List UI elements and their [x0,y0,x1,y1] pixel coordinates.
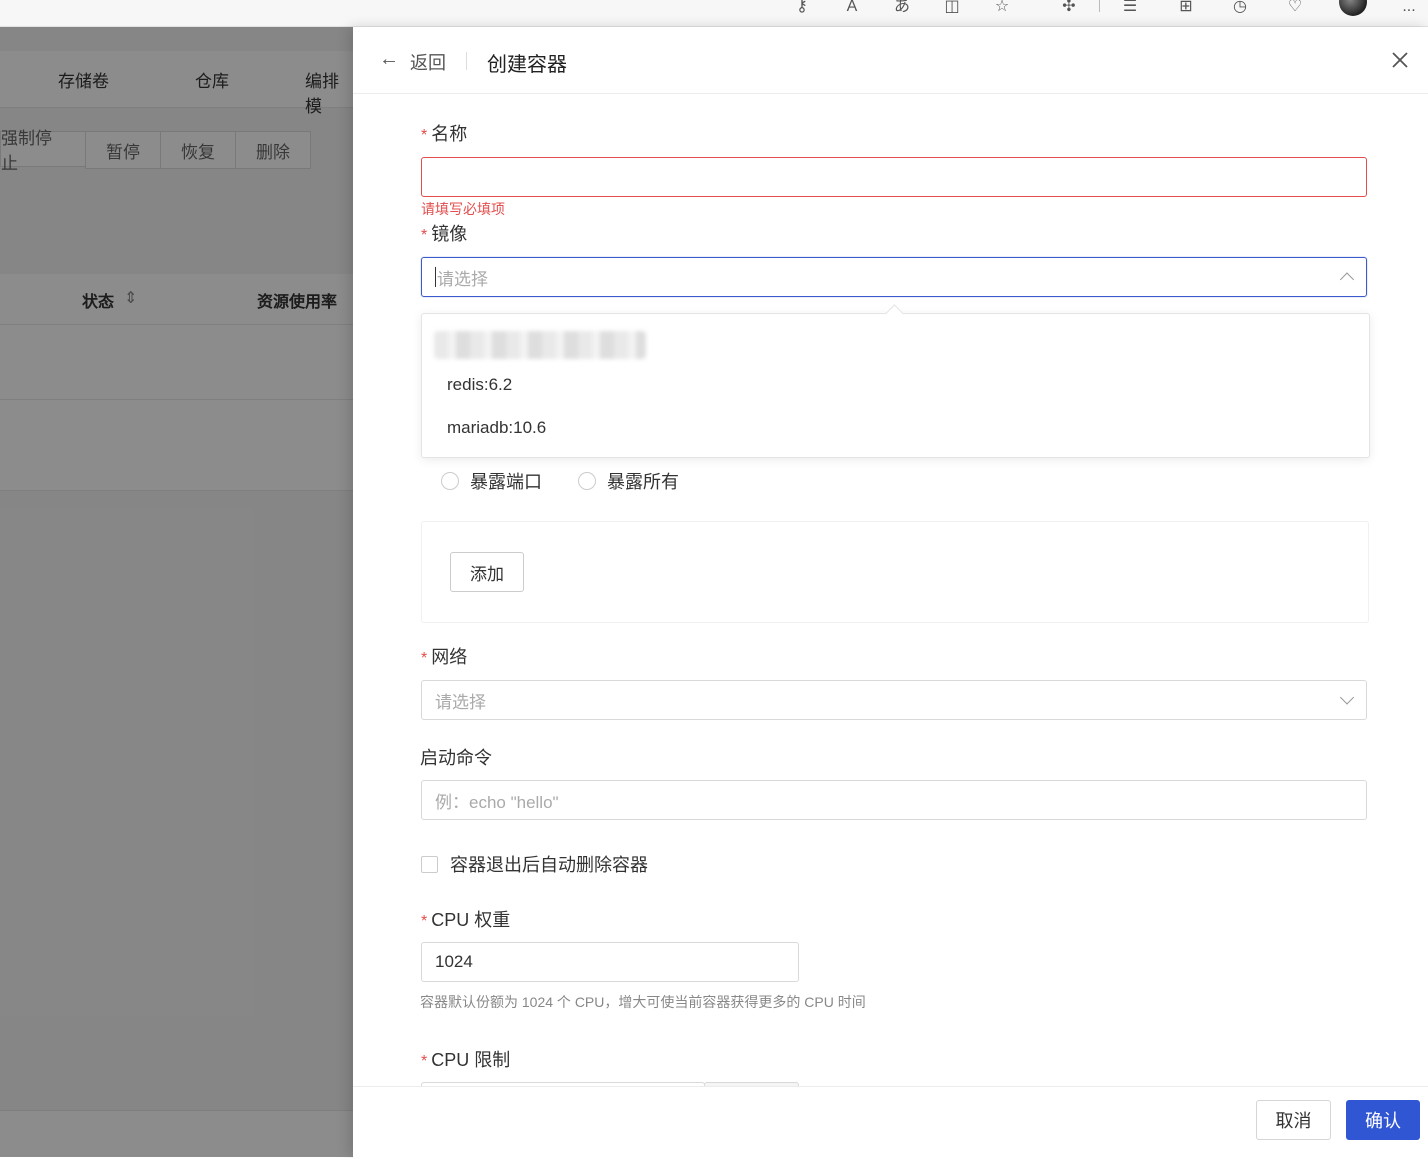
browser-essentials-icon[interactable]: ♡ [1284,0,1306,14]
modal-overlay[interactable] [0,27,353,1157]
key-icon[interactable]: ⚷ [791,0,813,14]
radio-expose-ports[interactable]: 暴露端口 [441,468,542,494]
browser-toolbar: ⚷ A あ ◫ ☆ ✣ ☰ ⊞ ◷ ♡ ... [0,0,1428,27]
checkbox-box[interactable] [421,855,438,873]
favorites-list-icon[interactable]: ☰ [1119,0,1141,14]
image-label: * 镜像 [421,224,468,244]
name-error-text: 请填写必填项 [421,201,505,217]
network-select-placeholder: 请选择 [435,692,486,712]
redacted-option[interactable] [434,331,646,359]
cancel-button[interactable]: 取消 [1256,1100,1331,1140]
add-port-button[interactable]: 添加 [450,552,524,592]
command-input[interactable]: 例：echo "hello" [421,780,1367,820]
required-mark: * [421,227,428,244]
radio-expose-all[interactable]: 暴露所有 [578,468,679,494]
translate-icon[interactable]: あ [891,0,913,14]
command-placeholder: 例：echo "hello" [435,792,559,812]
auto-remove-checkbox[interactable]: 容器退出后自动删除容器 [421,851,648,877]
required-mark: * [421,650,428,667]
image-select-placeholder: 请选择 [437,269,488,289]
create-container-drawer: ← 返回 创建容器 * 名称 请填写必填项 * 镜像 请选择 redis:6.2 m… [353,27,1428,1158]
back-arrow-icon[interactable]: ← [379,48,399,70]
network-select[interactable]: 请选择 [421,680,1367,720]
chevron-up-icon[interactable] [1339,272,1355,287]
split-screen-icon[interactable]: ◫ [941,0,963,14]
cpu-weight-input[interactable]: 1024 [421,942,799,982]
read-aloud-icon[interactable]: A [841,0,863,14]
back-button[interactable]: 返回 [410,49,446,75]
extensions-icon[interactable]: ✣ [1058,0,1080,14]
image-dropdown: redis:6.2 mariadb:10.6 [421,304,1370,458]
confirm-button[interactable]: 确认 [1346,1100,1420,1140]
drawer-header: ← 返回 创建容器 [353,27,1428,94]
radio-circle[interactable] [578,472,596,490]
network-label: * 网络 [421,647,468,667]
cpu-weight-help: 容器默认份额为 1024 个 CPU，增大可使当前容器获得更多的 CPU 时间 [420,994,866,1010]
history-icon[interactable]: ◷ [1229,0,1251,14]
toolbar-divider [1099,0,1100,12]
header-divider [466,52,467,70]
image-option-mariadb[interactable]: mariadb:10.6 [447,418,546,438]
image-select[interactable]: 请选择 [421,257,1367,297]
name-input[interactable] [421,157,1367,197]
chevron-down-icon[interactable] [1339,690,1355,705]
radio-circle[interactable] [441,472,459,490]
close-icon[interactable] [1389,49,1411,71]
more-menu-icon[interactable]: ... [1398,0,1420,14]
port-mapping-box: 添加 [421,521,1369,623]
drawer-title: 创建容器 [487,54,567,76]
required-mark: * [421,127,428,144]
profile-avatar[interactable] [1339,0,1367,16]
required-mark: * [421,913,428,930]
image-option-redis[interactable]: redis:6.2 [447,375,512,395]
text-cursor [435,267,436,287]
cpu-limit-label: * CPU 限制 [421,1050,511,1070]
dropdown-arrow [885,304,904,323]
command-label: 启动命令 [420,748,492,768]
favorite-star-icon[interactable]: ☆ [991,0,1013,14]
collections-icon[interactable]: ⊞ [1175,0,1197,14]
cpu-weight-label: * CPU 权重 [421,910,511,930]
name-label: * 名称 [421,124,468,144]
drawer-footer: 取消 确认 [353,1086,1428,1158]
required-mark: * [421,1053,428,1070]
